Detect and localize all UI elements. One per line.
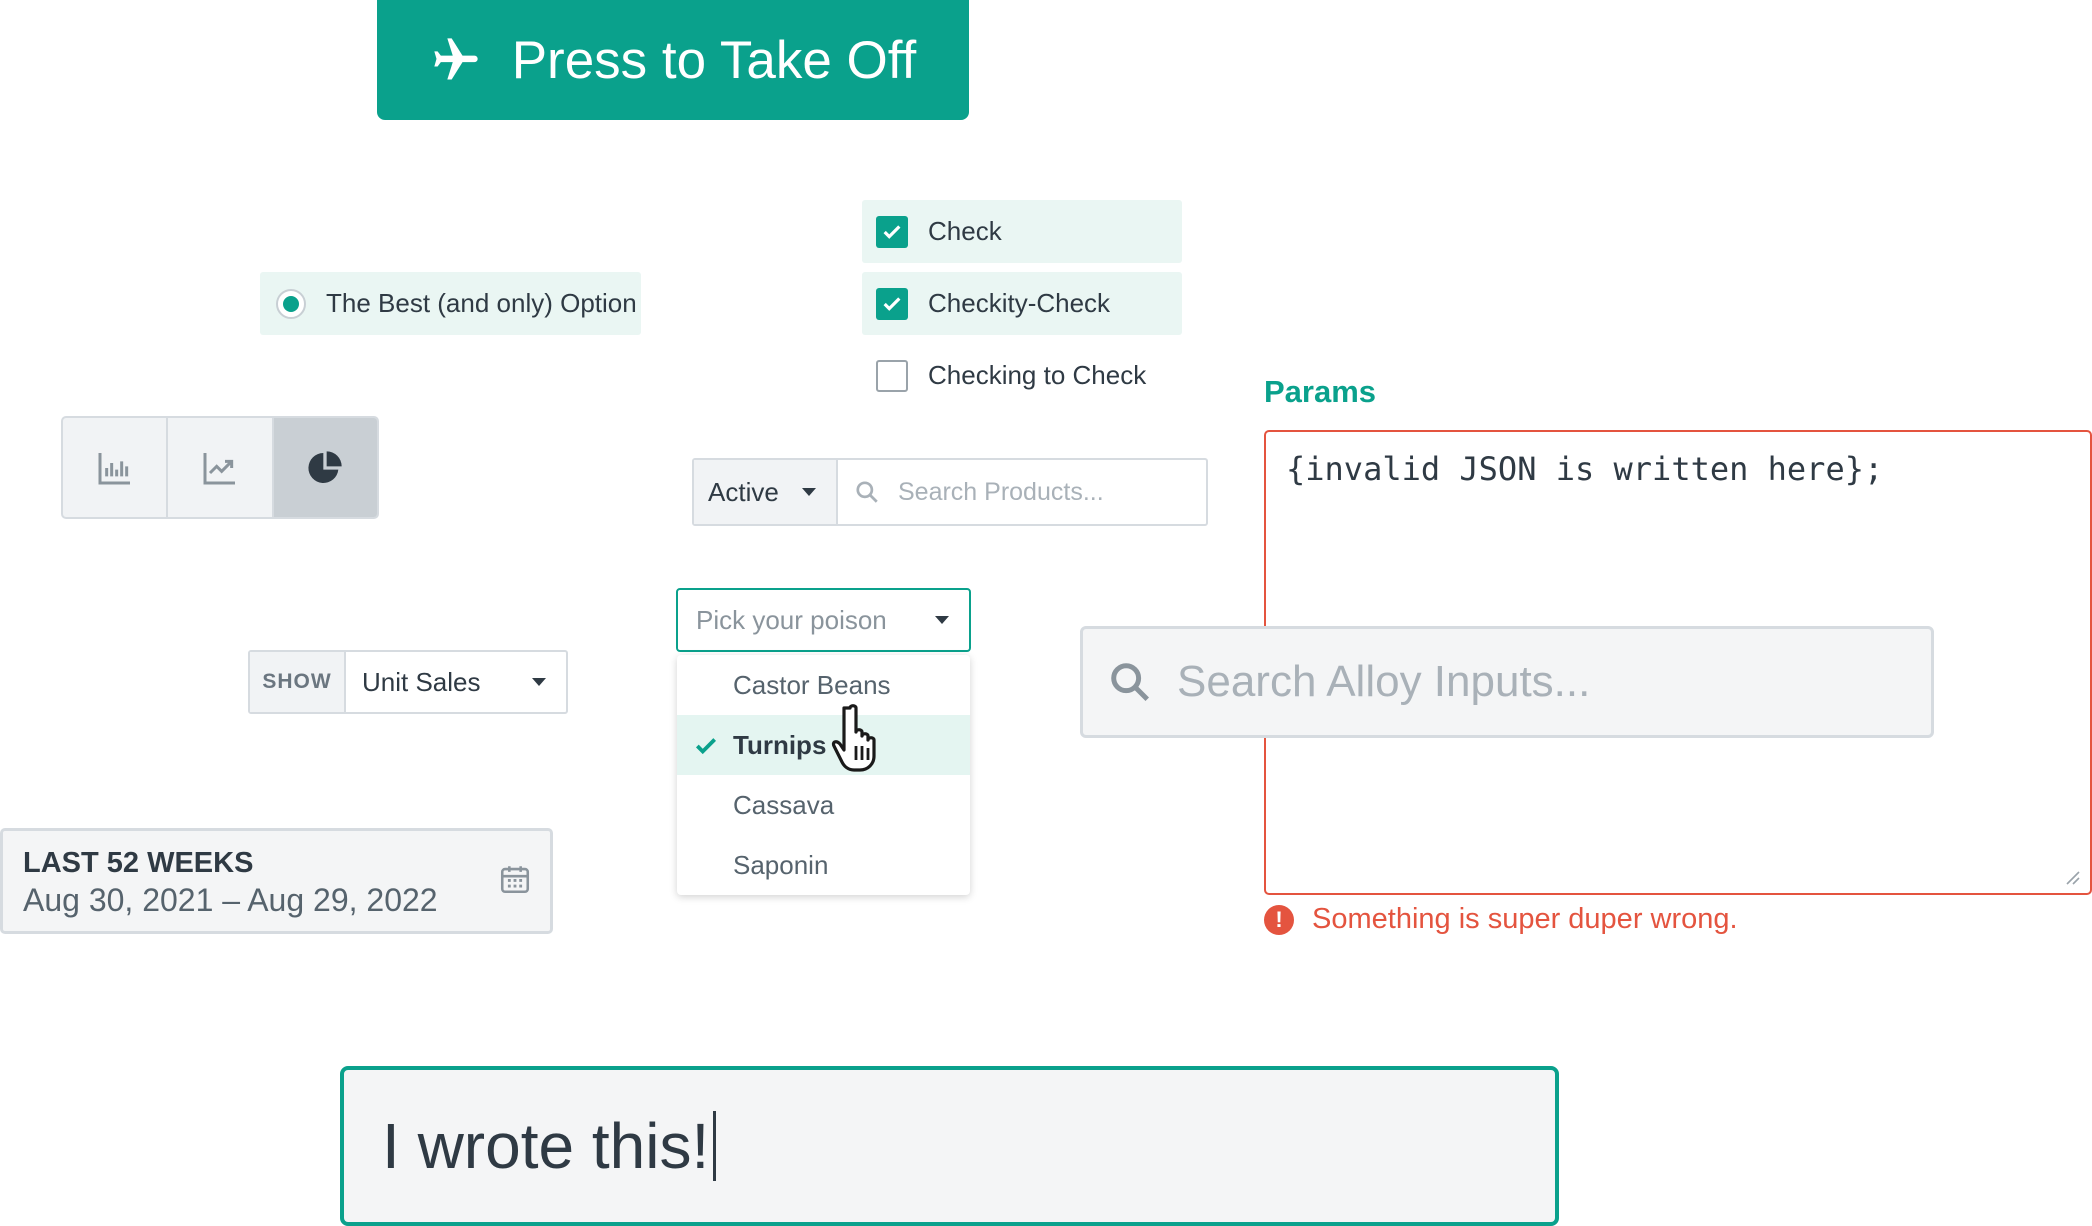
menu-item-castor-beans[interactable]: Castor Beans xyxy=(677,655,970,715)
date-range-title: LAST 52 WEEKS xyxy=(23,847,254,879)
chevron-down-icon xyxy=(935,616,949,624)
search-products-input[interactable]: Search Products... xyxy=(838,460,1206,524)
show-value: Unit Sales xyxy=(362,666,481,697)
line-chart-icon xyxy=(203,452,235,484)
hand-cursor-icon xyxy=(831,704,876,772)
calendar-icon[interactable] xyxy=(498,862,532,896)
chart-type-toggle xyxy=(61,416,379,519)
poison-select[interactable]: Pick your poison xyxy=(676,588,971,652)
check-icon xyxy=(695,738,717,755)
radio-label: The Best (and only) Option xyxy=(326,288,637,318)
text-input[interactable]: I wrote this! xyxy=(340,1066,1559,1226)
checkbox-checked-icon[interactable] xyxy=(876,287,908,320)
show-tag: SHOW xyxy=(250,652,346,712)
pie-chart-icon xyxy=(308,450,342,483)
checkbox-check[interactable]: Check xyxy=(862,200,1182,263)
pie-chart-button[interactable] xyxy=(273,418,377,517)
checkbox-label: Checking to Check xyxy=(928,360,1147,390)
chevron-down-icon xyxy=(802,488,816,496)
airplane-icon xyxy=(434,38,478,80)
date-range-value: Aug 30, 2021 – Aug 29, 2022 xyxy=(23,882,438,918)
menu-item-label: Castor Beans xyxy=(733,669,891,700)
menu-item-label: Turnips xyxy=(733,729,827,760)
search-products-placeholder: Search Products... xyxy=(898,477,1104,506)
menu-item-label: Cassava xyxy=(733,789,835,820)
menu-item-label: Saponin xyxy=(733,849,829,880)
bar-chart-icon xyxy=(98,452,130,484)
search-alloy-placeholder: Search Alloy Inputs... xyxy=(1177,657,1591,706)
poison-placeholder: Pick your poison xyxy=(696,604,887,635)
checkbox-checked-icon[interactable] xyxy=(876,215,908,248)
take-off-button[interactable]: Press to Take Off xyxy=(377,0,969,120)
line-chart-button[interactable] xyxy=(168,418,274,517)
menu-item-cassava[interactable]: Cassava xyxy=(677,775,970,835)
checkbox-unchecked-icon[interactable] xyxy=(876,359,908,392)
radio-button[interactable] xyxy=(276,288,306,319)
menu-item-saponin[interactable]: Saponin xyxy=(677,835,970,895)
checkbox-label: Checkity-Check xyxy=(928,288,1111,318)
menu-item-turnips[interactable]: Turnips xyxy=(677,715,970,775)
resize-grip-icon[interactable] xyxy=(2063,868,2081,886)
search-icon xyxy=(856,481,878,503)
params-error: ! Something is super duper wrong. xyxy=(1264,903,1738,936)
show-metric-select[interactable]: SHOW Unit Sales xyxy=(248,650,568,714)
chevron-down-icon xyxy=(532,678,546,686)
params-label: Params xyxy=(1264,374,1377,409)
status-select[interactable]: Active xyxy=(694,460,838,524)
radio-option[interactable]: The Best (and only) Option xyxy=(260,272,641,335)
search-icon xyxy=(1111,663,1150,702)
show-value-wrap[interactable]: Unit Sales xyxy=(346,652,566,712)
date-range-picker[interactable]: LAST 52 WEEKS Aug 30, 2021 – Aug 29, 202… xyxy=(0,828,553,934)
search-alloy-inputs[interactable]: Search Alloy Inputs... xyxy=(1080,626,1934,738)
error-icon: ! xyxy=(1264,904,1294,935)
checkbox-checkity-check[interactable]: Checkity-Check xyxy=(862,272,1182,335)
text-caret xyxy=(713,1111,717,1181)
status-value: Active xyxy=(708,476,779,507)
checkbox-label: Check xyxy=(928,216,1002,246)
bar-chart-button[interactable] xyxy=(63,418,169,517)
product-filter-bar: Active Search Products... xyxy=(692,458,1208,526)
checkbox-checking-to-check[interactable]: Checking to Check xyxy=(862,344,1182,407)
take-off-label: Press to Take Off xyxy=(511,30,917,90)
poison-menu: Castor Beans Turnips Cassava Saponin xyxy=(677,655,970,895)
error-message: Something is super duper wrong. xyxy=(1312,903,1738,935)
text-input-value: I wrote this! xyxy=(382,1110,710,1182)
